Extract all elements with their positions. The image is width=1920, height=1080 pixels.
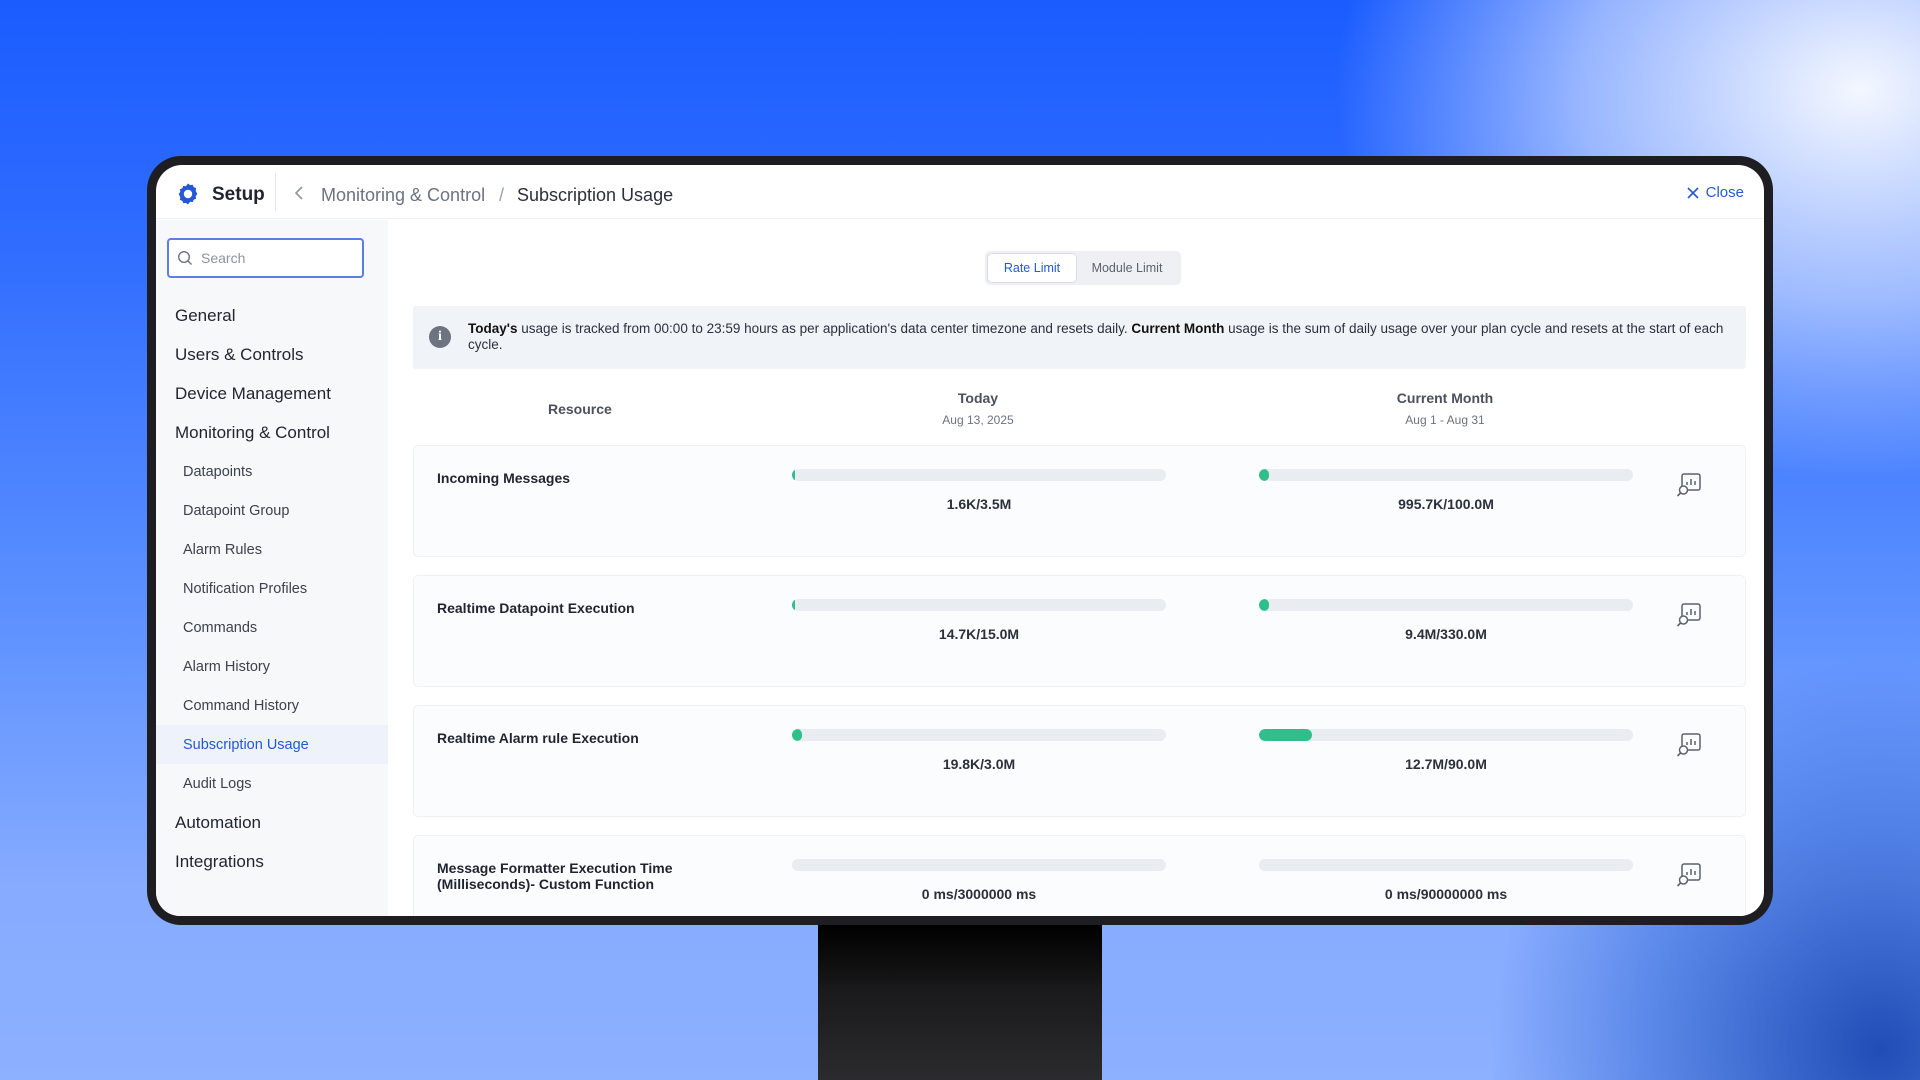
tab-module-limit[interactable]: Module Limit [1078, 254, 1176, 282]
app-title: Setup [212, 184, 265, 205]
info-icon: i [429, 326, 451, 348]
breadcrumb-parent[interactable]: Monitoring & Control [321, 185, 485, 206]
close-icon [1687, 186, 1699, 199]
today-progress-fill [792, 729, 802, 741]
today-usage-value: 1.6K/3.5M [946, 496, 1012, 512]
breadcrumb-separator: / [499, 185, 505, 205]
column-header-month: Current Month Aug 1 - Aug 31 [1258, 390, 1632, 427]
month-progress-bar [1259, 469, 1633, 481]
search-icon [177, 250, 192, 265]
limit-tabs: Rate Limit Module Limit [985, 251, 1181, 285]
info-today-bold: Today's [468, 321, 518, 336]
month-usage-value: 9.4M/330.0M [1405, 626, 1487, 642]
today-progress-bar [792, 729, 1166, 741]
usage-row: Realtime Alarm rule Execution 19.8K/3.0M… [413, 705, 1746, 817]
month-usage-value: 0 ms/90000000 ms [1384, 886, 1508, 902]
today-usage-value: 14.7K/15.0M [938, 626, 1020, 642]
column-header-today: Today Aug 13, 2025 [791, 390, 1165, 427]
sidebar-item-users-controls[interactable]: Users & Controls [156, 335, 388, 374]
sidebar-item-datapoints[interactable]: Datapoints [156, 452, 388, 491]
today-progress-bar [792, 469, 1166, 481]
today-progress-bar [792, 599, 1166, 611]
today-usage-value: 19.8K/3.0M [942, 756, 1016, 772]
sidebar-item-general[interactable]: General [156, 296, 388, 335]
today-label: Today [957, 390, 999, 406]
today-progress-bar [792, 859, 1166, 871]
sidebar-item-command-history[interactable]: Command History [156, 686, 388, 725]
resource-name: Message Formatter Execution Time (Millis… [437, 860, 673, 892]
close-label: Close [1705, 184, 1744, 201]
sidebar-item-datapoint-group[interactable]: Datapoint Group [156, 491, 388, 530]
today-usage-value: 0 ms/3000000 ms [921, 886, 1037, 902]
today-progress-fill [792, 599, 795, 611]
sidebar-item-alarm-rules[interactable]: Alarm Rules [156, 530, 388, 569]
month-progress-fill [1259, 729, 1312, 741]
monitor-stand [818, 925, 1102, 1080]
usage-row: Message Formatter Execution Time (Millis… [413, 835, 1746, 916]
sidebar-item-monitoring-control[interactable]: Monitoring & Control [156, 413, 388, 452]
sidebar: General Users & Controls Device Manageme… [156, 220, 388, 916]
main-content: Rate Limit Module Limit i Today's usage … [388, 220, 1764, 916]
sidebar-item-notification-profiles[interactable]: Notification Profiles [156, 569, 388, 608]
resource-name: Incoming Messages [437, 470, 571, 486]
search-box[interactable] [167, 238, 364, 278]
sidebar-item-audit-logs[interactable]: Audit Logs [156, 764, 388, 803]
sidebar-item-automation[interactable]: Automation [156, 803, 388, 842]
usage-report-icon[interactable] [1676, 602, 1702, 628]
month-progress-bar [1259, 729, 1633, 741]
month-progress-bar [1259, 859, 1633, 871]
tab-rate-limit[interactable]: Rate Limit [988, 254, 1076, 282]
info-banner: i Today's usage is tracked from 00:00 to… [413, 306, 1746, 369]
info-text-part-1: usage is tracked from 00:00 to 23:59 hou… [517, 321, 1132, 336]
sidebar-item-integrations[interactable]: Integrations [156, 842, 388, 881]
resource-name: Realtime Datapoint Execution [437, 600, 635, 616]
gear-icon [178, 183, 198, 205]
sidebar-nav: General Users & Controls Device Manageme… [156, 296, 388, 881]
search-input[interactable] [201, 250, 351, 266]
resource-name: Realtime Alarm rule Execution [437, 730, 639, 746]
month-range: Aug 1 - Aug 31 [1405, 413, 1485, 427]
month-usage-value: 12.7M/90.0M [1405, 756, 1487, 772]
month-progress-fill [1259, 469, 1269, 481]
month-label: Current Month [1396, 390, 1494, 406]
app-window: Setup Monitoring & Control / Subscriptio… [156, 165, 1764, 916]
close-button[interactable]: Close [1686, 184, 1744, 201]
today-date: Aug 13, 2025 [942, 413, 1014, 427]
month-progress-fill [1259, 599, 1270, 611]
chevron-left-icon[interactable] [292, 185, 306, 201]
usage-row: Realtime Datapoint Execution 14.7K/15.0M… [413, 575, 1746, 687]
usage-report-icon[interactable] [1676, 862, 1702, 888]
usage-report-icon[interactable] [1676, 732, 1702, 758]
today-progress-fill [792, 469, 795, 481]
top-bar: Setup Monitoring & Control / Subscriptio… [156, 165, 1764, 219]
header-divider [275, 173, 276, 211]
info-month-bold: Current Month [1131, 321, 1225, 336]
sidebar-item-subscription-usage[interactable]: Subscription Usage [156, 725, 388, 764]
usage-report-icon[interactable] [1676, 472, 1702, 498]
month-progress-bar [1259, 599, 1633, 611]
usage-row: Incoming Messages 1.6K/3.5M 995.7K/100.0… [413, 445, 1746, 557]
column-header-resource: Resource [548, 401, 612, 417]
month-usage-value: 995.7K/100.0M [1398, 496, 1494, 512]
breadcrumb-current: Subscription Usage [517, 185, 674, 205]
info-text: Today's usage is tracked from 00:00 to 2… [468, 321, 1733, 353]
sidebar-item-alarm-history[interactable]: Alarm History [156, 647, 388, 686]
sidebar-item-device-management[interactable]: Device Management [156, 374, 388, 413]
monitor-frame: Setup Monitoring & Control / Subscriptio… [147, 156, 1773, 925]
sidebar-item-commands[interactable]: Commands [156, 608, 388, 647]
